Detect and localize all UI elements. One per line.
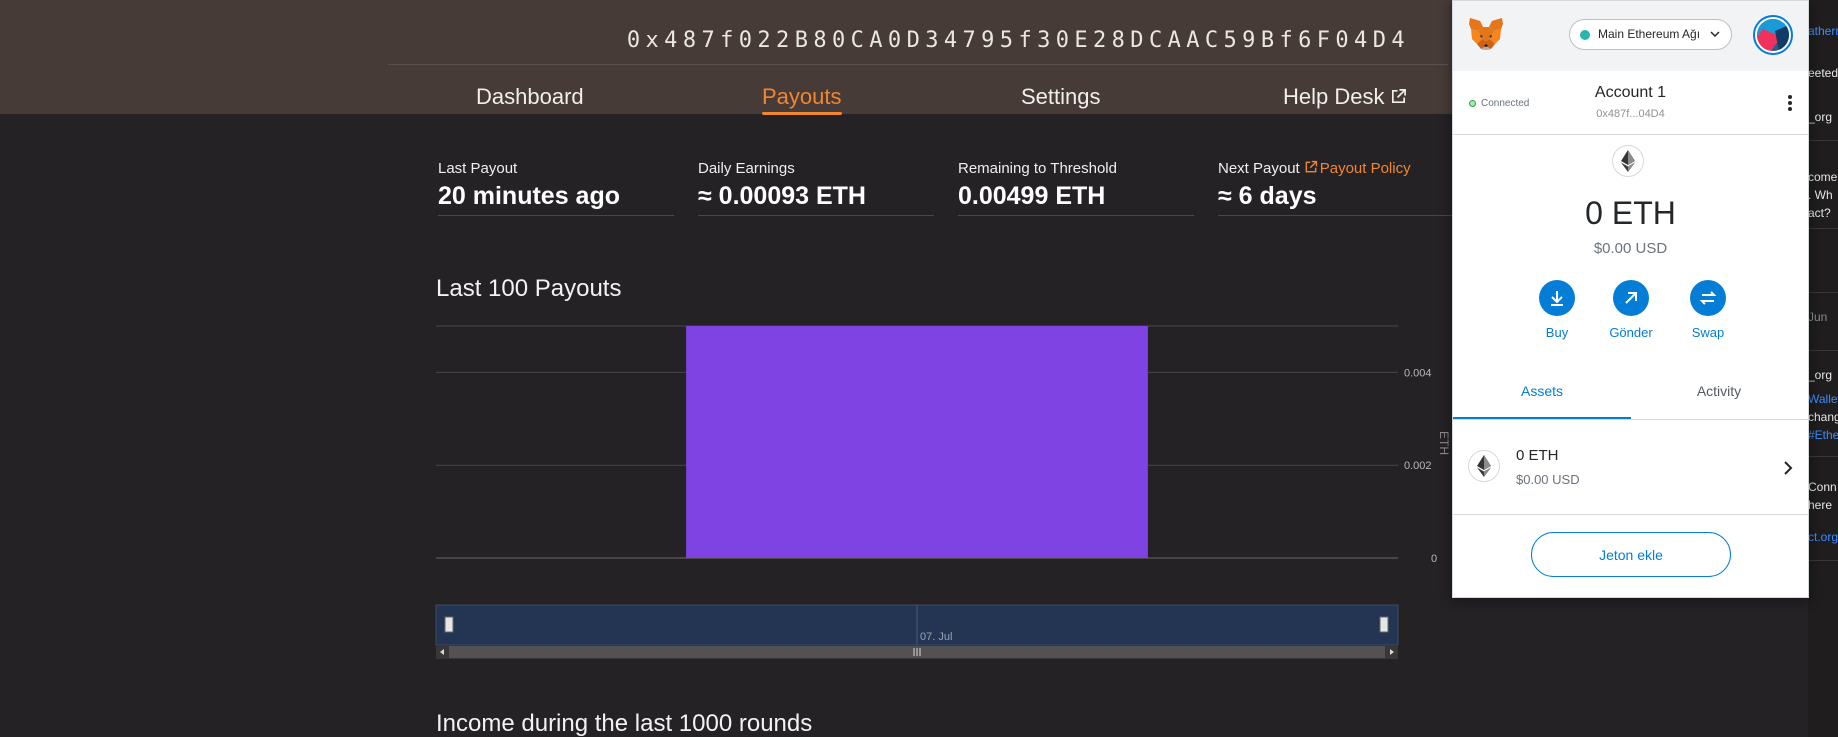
stat-value: 0.00499 ETH (958, 182, 1106, 210)
identicon (1757, 19, 1789, 51)
eth-logo-icon (1612, 145, 1644, 177)
send-button[interactable]: Gönder (1601, 280, 1661, 340)
account-bar: Connected Account 1 0x487f...04D4 (1453, 71, 1808, 135)
account-name[interactable]: Account 1 (1453, 84, 1808, 102)
background-feed-strip: athermeeted_orgcome. Whact?Jun_orgWallet… (1808, 0, 1838, 737)
feed-divider (1808, 228, 1838, 229)
stat-label: Daily Earnings (698, 160, 795, 177)
navigator-right-handle[interactable] (1379, 616, 1389, 633)
chart-y-ticks: 0 0.002 0.004 (1404, 367, 1437, 565)
header-divider (388, 64, 1448, 65)
feed-divider (1808, 292, 1838, 293)
stat-next-payout: Next Payout Payout Policy ≈ 6 days (1218, 160, 1454, 216)
kebab-menu-icon[interactable] (1786, 93, 1794, 115)
y-axis-label: ETH (1437, 431, 1451, 455)
stat-value: ≈ 6 days (1218, 182, 1317, 210)
stat-value: 20 minutes ago (438, 182, 620, 210)
feed-text-fragment: here (1808, 498, 1833, 512)
stat-daily-earnings: Daily Earnings ≈ 0.00093 ETH (698, 160, 934, 216)
payout-policy-label: Payout Policy (1319, 160, 1411, 177)
stat-label: Next Payout Payout Policy (1218, 160, 1454, 177)
navigator-date-label: 07. Jul (920, 631, 952, 643)
chevron-right-icon (1784, 461, 1793, 475)
buy-circle (1539, 280, 1575, 316)
feed-text-fragment[interactable]: #Ether (1808, 428, 1838, 442)
network-selector[interactable]: Main Ethereum Ağı (1569, 19, 1732, 50)
wallet-address: 0x487f022B80CA0D34795f30E28DCAAC59Bf6F04… (626, 28, 1410, 53)
feed-text-fragment: . Wh (1808, 188, 1833, 202)
chart-bars (686, 326, 1148, 558)
network-status-dot (1580, 30, 1590, 40)
feed-text-fragment: Jun (1808, 310, 1828, 324)
nav-settings[interactable]: Settings (1021, 84, 1101, 110)
feed-text-fragment: _org (1808, 110, 1833, 124)
swap-button[interactable]: Swap (1678, 280, 1738, 340)
feed-text-fragment: _org (1808, 368, 1833, 382)
external-link-icon (1305, 160, 1317, 173)
stat-label: Remaining to Threshold (958, 160, 1117, 177)
stat-label: Last Payout (438, 160, 518, 177)
metamask-popup: Main Ethereum Ağı Connected Account 1 0x… (1452, 0, 1809, 598)
chart-navigator: 07. Jul (435, 604, 1399, 659)
payout-bar[interactable] (686, 326, 1148, 558)
feed-text-fragment: act? (1808, 206, 1831, 220)
navigator-track (435, 604, 1399, 646)
metamask-fox-icon (1469, 18, 1503, 50)
account-avatar[interactable] (1753, 15, 1793, 55)
swap-circle (1690, 280, 1726, 316)
feed-text-fragment[interactable]: atherm (1808, 24, 1838, 38)
metamask-header: Main Ethereum Ağı (1453, 1, 1808, 71)
payout-policy-link[interactable]: Payout Policy (1304, 160, 1411, 177)
feed-text-fragment: chang (1808, 410, 1838, 424)
feed-divider (1808, 560, 1838, 561)
nav-help-desk-label: Help Desk (1283, 84, 1385, 109)
eth-token-icon (1468, 450, 1500, 482)
account-address[interactable]: 0x487f...04D4 (1453, 108, 1808, 120)
network-name: Main Ethereum Ağı (1598, 27, 1701, 41)
nav-payouts[interactable]: Payouts (762, 84, 842, 115)
swap-label: Swap (1691, 325, 1725, 340)
navigator-left-handle[interactable] (444, 616, 454, 633)
tab-activity[interactable]: Activity (1630, 369, 1808, 419)
send-circle (1613, 280, 1649, 316)
buy-button[interactable]: Buy (1527, 280, 1587, 340)
add-token-button[interactable]: Jeton ekle (1531, 532, 1731, 577)
y-tick-label: 0.004 (1404, 367, 1432, 379)
arrow-up-right-icon (1625, 292, 1637, 304)
account-balance: 0 ETH (1585, 195, 1676, 231)
nav-dashboard[interactable]: Dashboard (476, 84, 584, 110)
feed-text-fragment[interactable]: Wallet (1808, 392, 1838, 406)
tab-assets[interactable]: Assets (1453, 369, 1631, 419)
buy-label: Buy (1545, 325, 1569, 340)
stat-value: ≈ 0.00093 ETH (698, 182, 866, 210)
feed-text-fragment: eeted (1808, 66, 1838, 80)
send-label: Gönder (1609, 325, 1653, 340)
external-link-icon (1392, 89, 1407, 104)
feed-divider (1808, 140, 1838, 141)
tabs-divider (1453, 419, 1808, 420)
swap-icon (1699, 291, 1717, 305)
feed-text-fragment: Conn (1808, 480, 1837, 494)
asset-balance-usd: $0.00 USD (1516, 472, 1580, 487)
feed-text-fragment[interactable]: ct.org (1808, 530, 1838, 544)
asset-balance: 0 ETH (1516, 447, 1559, 464)
payouts-chart-title: Last 100 Payouts (436, 275, 622, 302)
nav-help-desk[interactable]: Help Desk (1283, 84, 1407, 110)
stat-remaining-threshold: Remaining to Threshold 0.00499 ETH (958, 160, 1194, 216)
stat-last-payout: Last Payout 20 minutes ago (438, 160, 674, 216)
download-icon (1551, 291, 1563, 306)
asset-row-eth[interactable]: 0 ETH $0.00 USD (1453, 421, 1808, 515)
income-section-title: Income during the last 1000 rounds (436, 710, 813, 737)
stat-label-text: Next Payout (1218, 160, 1300, 177)
navigator-scroll-thumb[interactable] (449, 646, 1385, 658)
feed-text-fragment: come (1808, 170, 1838, 184)
account-balance-usd: $0.00 USD (1593, 240, 1668, 257)
y-tick-label: 0.002 (1404, 460, 1432, 472)
feed-divider (1808, 456, 1838, 457)
chevron-down-icon (1710, 31, 1720, 38)
feed-divider (1808, 350, 1838, 351)
y-tick-label: 0 (1431, 553, 1437, 565)
